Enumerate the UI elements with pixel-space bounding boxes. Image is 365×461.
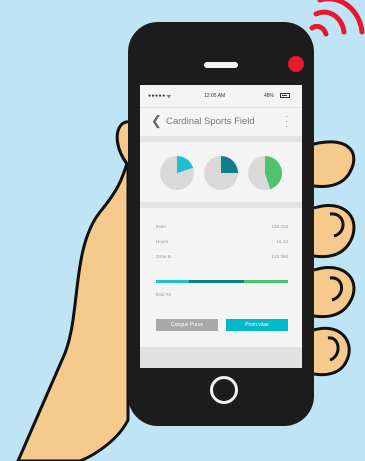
stats-panel: KwH 148.315 Hours 16.34 Zone B 122.390 f… bbox=[140, 208, 302, 300]
pie-chart-1 bbox=[160, 156, 194, 190]
pie-chart-2 bbox=[204, 156, 238, 190]
stat-row: Zone B 122.390 bbox=[156, 254, 288, 259]
stat-row: KwH 148.315 bbox=[156, 224, 288, 229]
stat-value: 16.34 bbox=[276, 239, 289, 244]
congue-purus-button[interactable]: Congue Purus bbox=[156, 319, 218, 331]
screen-footer bbox=[140, 347, 302, 368]
stat-label: Hours bbox=[156, 239, 169, 244]
phone-screen: ●●●●● ᯤ 12:05 AM 48% ❮ Cardinal Sports F… bbox=[140, 85, 302, 368]
pie-charts bbox=[140, 142, 302, 208]
field-label: field #4 bbox=[156, 292, 171, 297]
stat-label: Zone B bbox=[156, 254, 171, 259]
title-bar: ❮ Cardinal Sports Field · · · bbox=[140, 108, 302, 142]
status-time: 12:05 AM bbox=[204, 93, 226, 99]
stat-row: Hours 16.34 bbox=[156, 239, 288, 244]
progress-bar bbox=[156, 280, 288, 283]
notification-led bbox=[288, 56, 304, 72]
page-title: Cardinal Sports Field bbox=[166, 116, 255, 127]
bar-segment bbox=[156, 280, 189, 283]
battery-icon bbox=[280, 93, 290, 98]
stat-value: 122.390 bbox=[271, 254, 288, 259]
home-button[interactable] bbox=[210, 376, 238, 404]
wifi-icon: ᯤ bbox=[166, 94, 172, 100]
signal-icon: ●●●●● bbox=[148, 93, 166, 99]
button-row: Congue Purus Proin vitae bbox=[140, 319, 302, 333]
bar-segment bbox=[189, 280, 245, 283]
scene: ●●●●● ᯤ 12:05 AM 48% ❮ Cardinal Sports F… bbox=[0, 0, 365, 461]
more-options-icon[interactable]: · · · bbox=[285, 112, 288, 132]
proin-vitae-button[interactable]: Proin vitae bbox=[226, 319, 288, 331]
bar-segment bbox=[244, 280, 288, 283]
speaker-grille bbox=[204, 62, 238, 68]
stat-value: 148.315 bbox=[271, 224, 288, 229]
back-chevron-icon[interactable]: ❮ bbox=[151, 113, 162, 129]
pie-chart-3 bbox=[248, 156, 282, 190]
status-bar: ●●●●● ᯤ 12:05 AM 48% bbox=[140, 85, 302, 108]
stat-label: KwH bbox=[156, 224, 166, 229]
battery-percent: 48% bbox=[264, 93, 275, 99]
